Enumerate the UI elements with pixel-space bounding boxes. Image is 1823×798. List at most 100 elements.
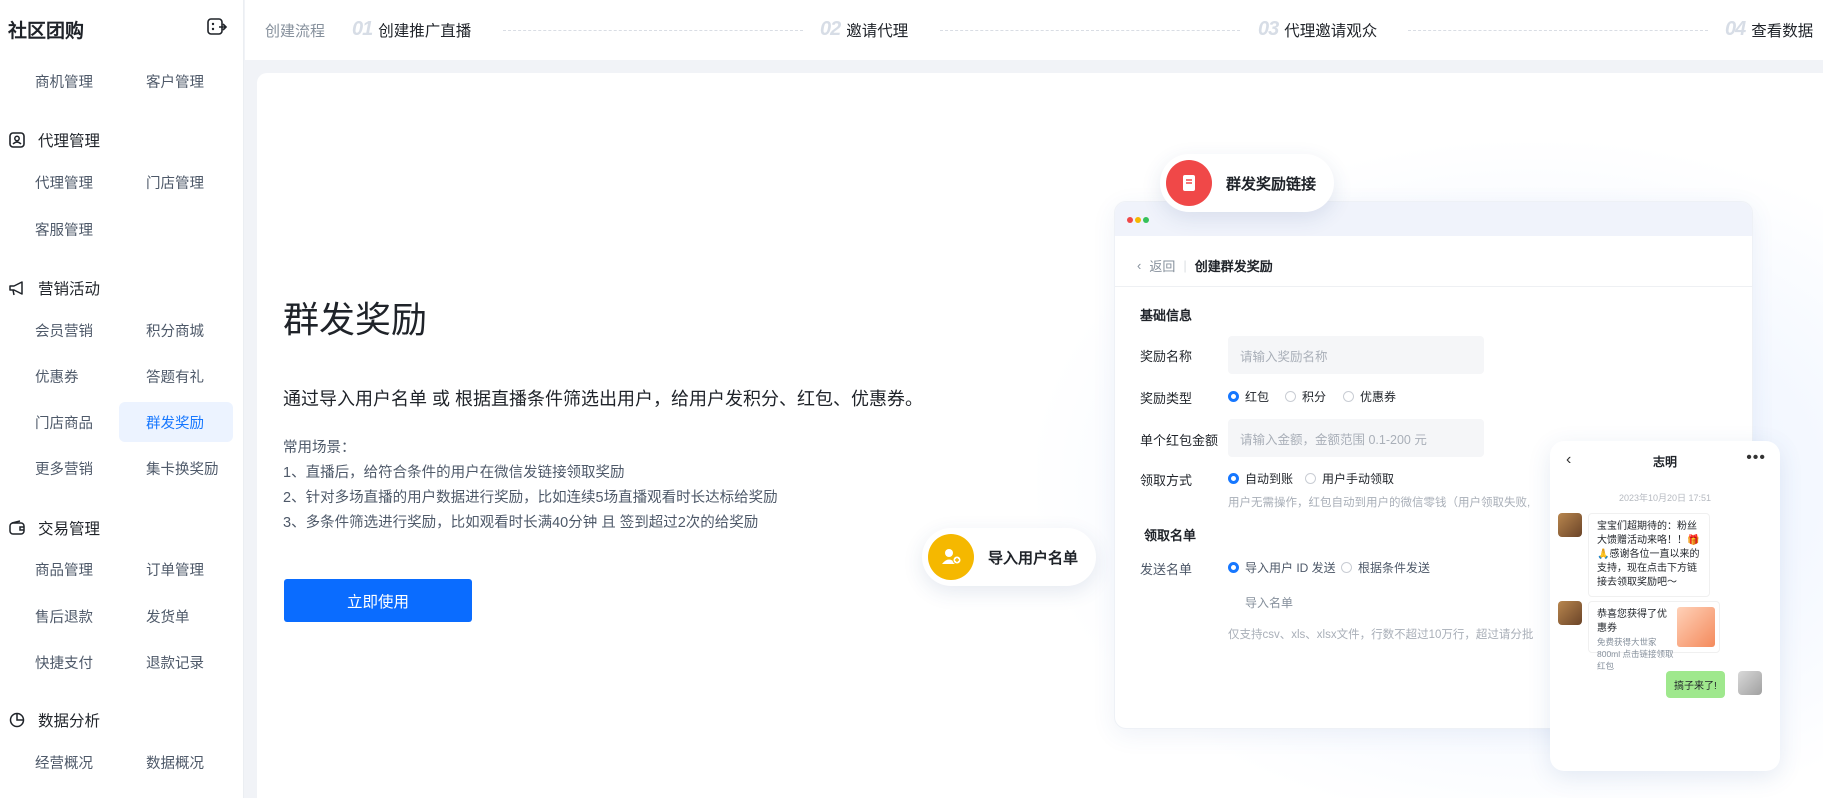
step-divider <box>1408 30 1708 31</box>
radio-checked-icon <box>1228 473 1239 484</box>
step-3-number: 03 <box>1258 18 1279 40</box>
radio-label: 用户手动领取 <box>1322 472 1395 486</box>
radio-checked-icon <box>1228 562 1239 573</box>
preview-section-list: 领取名单 <box>1144 528 1197 543</box>
sidebar-item-customer[interactable]: 客户管理 <box>119 61 233 101</box>
sidebar-item-quick-pay[interactable]: 快捷支付 <box>8 642 122 682</box>
section-agent[interactable]: 代理管理 <box>8 129 100 151</box>
preview-radio-manual: 用户手动领取 <box>1305 470 1394 487</box>
chat-reply: 搞子来了! <box>1666 671 1725 698</box>
section-analytics-label: 数据分析 <box>38 713 101 730</box>
preview-radio-condition: 根据条件发送 <box>1341 559 1430 576</box>
mass-reward-link-pill: 群发奖励链接 <box>1160 154 1335 212</box>
agent-icon <box>9 132 25 148</box>
scenes-title: 常用场景： <box>283 440 356 456</box>
step-3[interactable]: 03 代理邀请观众 <box>1258 18 1377 41</box>
mass-reward-link-label: 群发奖励链接 <box>1226 175 1317 193</box>
preview-reward-type-label: 奖励类型 <box>1140 391 1193 406</box>
page-title: 群发奖励 <box>283 299 428 340</box>
avatar <box>1738 671 1762 695</box>
sidebar-item-service[interactable]: 客服管理 <box>8 209 122 249</box>
preview-radio-auto: 自动到账 <box>1228 470 1293 487</box>
sidebar: 社区团购 商机管理 客户管理 代理管理 代理管理 门店管理 客服管理 营销活动 … <box>0 0 244 798</box>
more-icon: ••• <box>1746 449 1766 466</box>
import-user-list-label: 导入用户名单 <box>988 549 1079 567</box>
sidebar-item-opportunity[interactable]: 商机管理 <box>8 61 122 101</box>
sidebar-item-agent[interactable]: 代理管理 <box>8 162 122 202</box>
preview-send-label: 发送名单 <box>1140 562 1193 577</box>
sidebar-item-store-goods[interactable]: 门店商品 <box>8 402 122 442</box>
preview-amount-label: 单个红包金额 <box>1140 433 1219 448</box>
step-4-label: 查看数据 <box>1751 22 1814 40</box>
sidebar-item-quiz[interactable]: 答题有礼 <box>119 356 233 396</box>
chat-message: 宝宝们超期待的：粉丝大馈赠活动来咯！！🎁 🙏感谢各位一直以来的支持，现在点击下方… <box>1588 513 1710 597</box>
wallet-icon <box>9 520 25 535</box>
scene-item: 2、针对多场直播的用户数据进行奖励，比如连续5场直播观看时长达标给奖励 <box>283 490 778 506</box>
step-divider <box>940 30 1240 31</box>
preview-divider <box>1115 286 1752 287</box>
step-1[interactable]: 01 创建推广直播 <box>352 18 471 41</box>
section-trade[interactable]: 交易管理 <box>8 517 100 539</box>
sidebar-item-card-collect[interactable]: 集卡换奖励 <box>119 448 233 488</box>
preview-reward-name-input: 请输入奖励名称 <box>1228 336 1484 374</box>
preview-section-basic: 基础信息 <box>1140 308 1193 323</box>
preview-header: ‹ 返回 | 创建群发奖励 <box>1137 256 1273 275</box>
coupon-thumbnail <box>1677 607 1715 647</box>
radio-label: 红包 <box>1245 390 1270 404</box>
radio-label: 积分 <box>1302 390 1327 404</box>
sidebar-item-orders[interactable]: 订单管理 <box>119 549 233 589</box>
process-label: 创建流程 <box>265 23 326 40</box>
preview-receive-label: 领取方式 <box>1140 473 1193 488</box>
sidebar-item-member[interactable]: 会员营销 <box>8 310 122 350</box>
preview-radio-points: 积分 <box>1285 388 1326 405</box>
sidebar-item-data-overview[interactable]: 数据概况 <box>119 742 233 782</box>
sidebar-item-points-mall[interactable]: 积分商城 <box>119 310 233 350</box>
window-dot-red <box>1127 217 1133 223</box>
switch-icon[interactable] <box>206 16 228 38</box>
sidebar-item-shipping[interactable]: 发货单 <box>119 596 233 636</box>
chevron-left-icon: ‹ <box>1137 258 1142 273</box>
section-marketing[interactable]: 营销活动 <box>8 277 100 299</box>
coupon-card-subtitle: 免费获得大世家 800ml 点击链接领取红包 <box>1597 637 1674 671</box>
sidebar-item-refund[interactable]: 售后退款 <box>8 596 122 636</box>
phone-chat-preview: 志明 ‹ ••• 2023年10月20日 17:51 宝宝们超期待的：粉丝大馈赠… <box>1550 441 1780 771</box>
window-dot-green <box>1143 217 1149 223</box>
preview-back: 返回 <box>1149 259 1176 274</box>
radio-label: 根据条件发送 <box>1358 561 1431 575</box>
preview-header-title: 创建群发奖励 <box>1194 259 1273 274</box>
chat-coupon-card: 恭喜您获得了优惠券 免费获得大世家 800ml 点击链接领取红包 <box>1588 601 1720 671</box>
header-divider: | <box>1183 258 1187 273</box>
sidebar-item-store[interactable]: 门店管理 <box>119 162 233 202</box>
process-steps: 创建流程 01 创建推广直播 02 邀请代理 03 代理邀请观众 04 查看数据 <box>245 0 1823 60</box>
radio-unchecked-icon <box>1343 391 1354 402</box>
coupon-icon <box>1166 160 1212 206</box>
use-now-button[interactable]: 立即使用 <box>284 579 472 622</box>
sidebar-item-refund-records[interactable]: 退款记录 <box>119 642 233 682</box>
step-2-number: 02 <box>820 18 841 40</box>
section-marketing-label: 营销活动 <box>38 281 101 298</box>
sidebar-item-coupon[interactable]: 优惠券 <box>8 356 122 396</box>
radio-unchecked-icon <box>1285 391 1296 402</box>
brand-title: 社区团购 <box>8 21 85 42</box>
main-card: 群发奖励 通过导入用户名单 或 根据直播条件筛选出用户，给用户发积分、红包、优惠… <box>257 73 1823 798</box>
step-4[interactable]: 04 查看数据 <box>1725 18 1813 41</box>
page-description: 通过导入用户名单 或 根据直播条件筛选出用户，给用户发积分、红包、优惠券。 <box>283 389 923 409</box>
preview-receive-hint: 用户无需操作，红包自动到用户的微信零钱（用户领取失败, <box>1228 497 1531 509</box>
scene-item: 1、直播后，给符合条件的用户在微信发链接领取奖励 <box>283 465 625 481</box>
sidebar-item-mass-reward[interactable]: 群发奖励 <box>119 402 233 442</box>
preview-import-button: 导入名单 <box>1245 596 1294 610</box>
import-user-list-pill: 导入用户名单 <box>922 528 1097 586</box>
preview-amount-input: 请输入金额，金额范围 0.1-200 元 <box>1228 419 1484 457</box>
sidebar-item-more-marketing[interactable]: 更多营销 <box>8 448 122 488</box>
section-analytics[interactable]: 数据分析 <box>8 709 100 731</box>
chat-timestamp: 2023年10月20日 17:51 <box>1618 493 1712 503</box>
radio-unchecked-icon <box>1305 473 1316 484</box>
avatar <box>1558 513 1582 537</box>
step-1-number: 01 <box>352 18 373 40</box>
section-trade-label: 交易管理 <box>38 521 101 538</box>
step-2[interactable]: 02 邀请代理 <box>820 18 908 41</box>
sidebar-item-goods[interactable]: 商品管理 <box>8 549 122 589</box>
coupon-card-title: 恭喜您获得了优惠券 <box>1597 609 1667 634</box>
step-divider <box>503 30 803 31</box>
sidebar-item-business-overview[interactable]: 经营概况 <box>8 742 122 782</box>
